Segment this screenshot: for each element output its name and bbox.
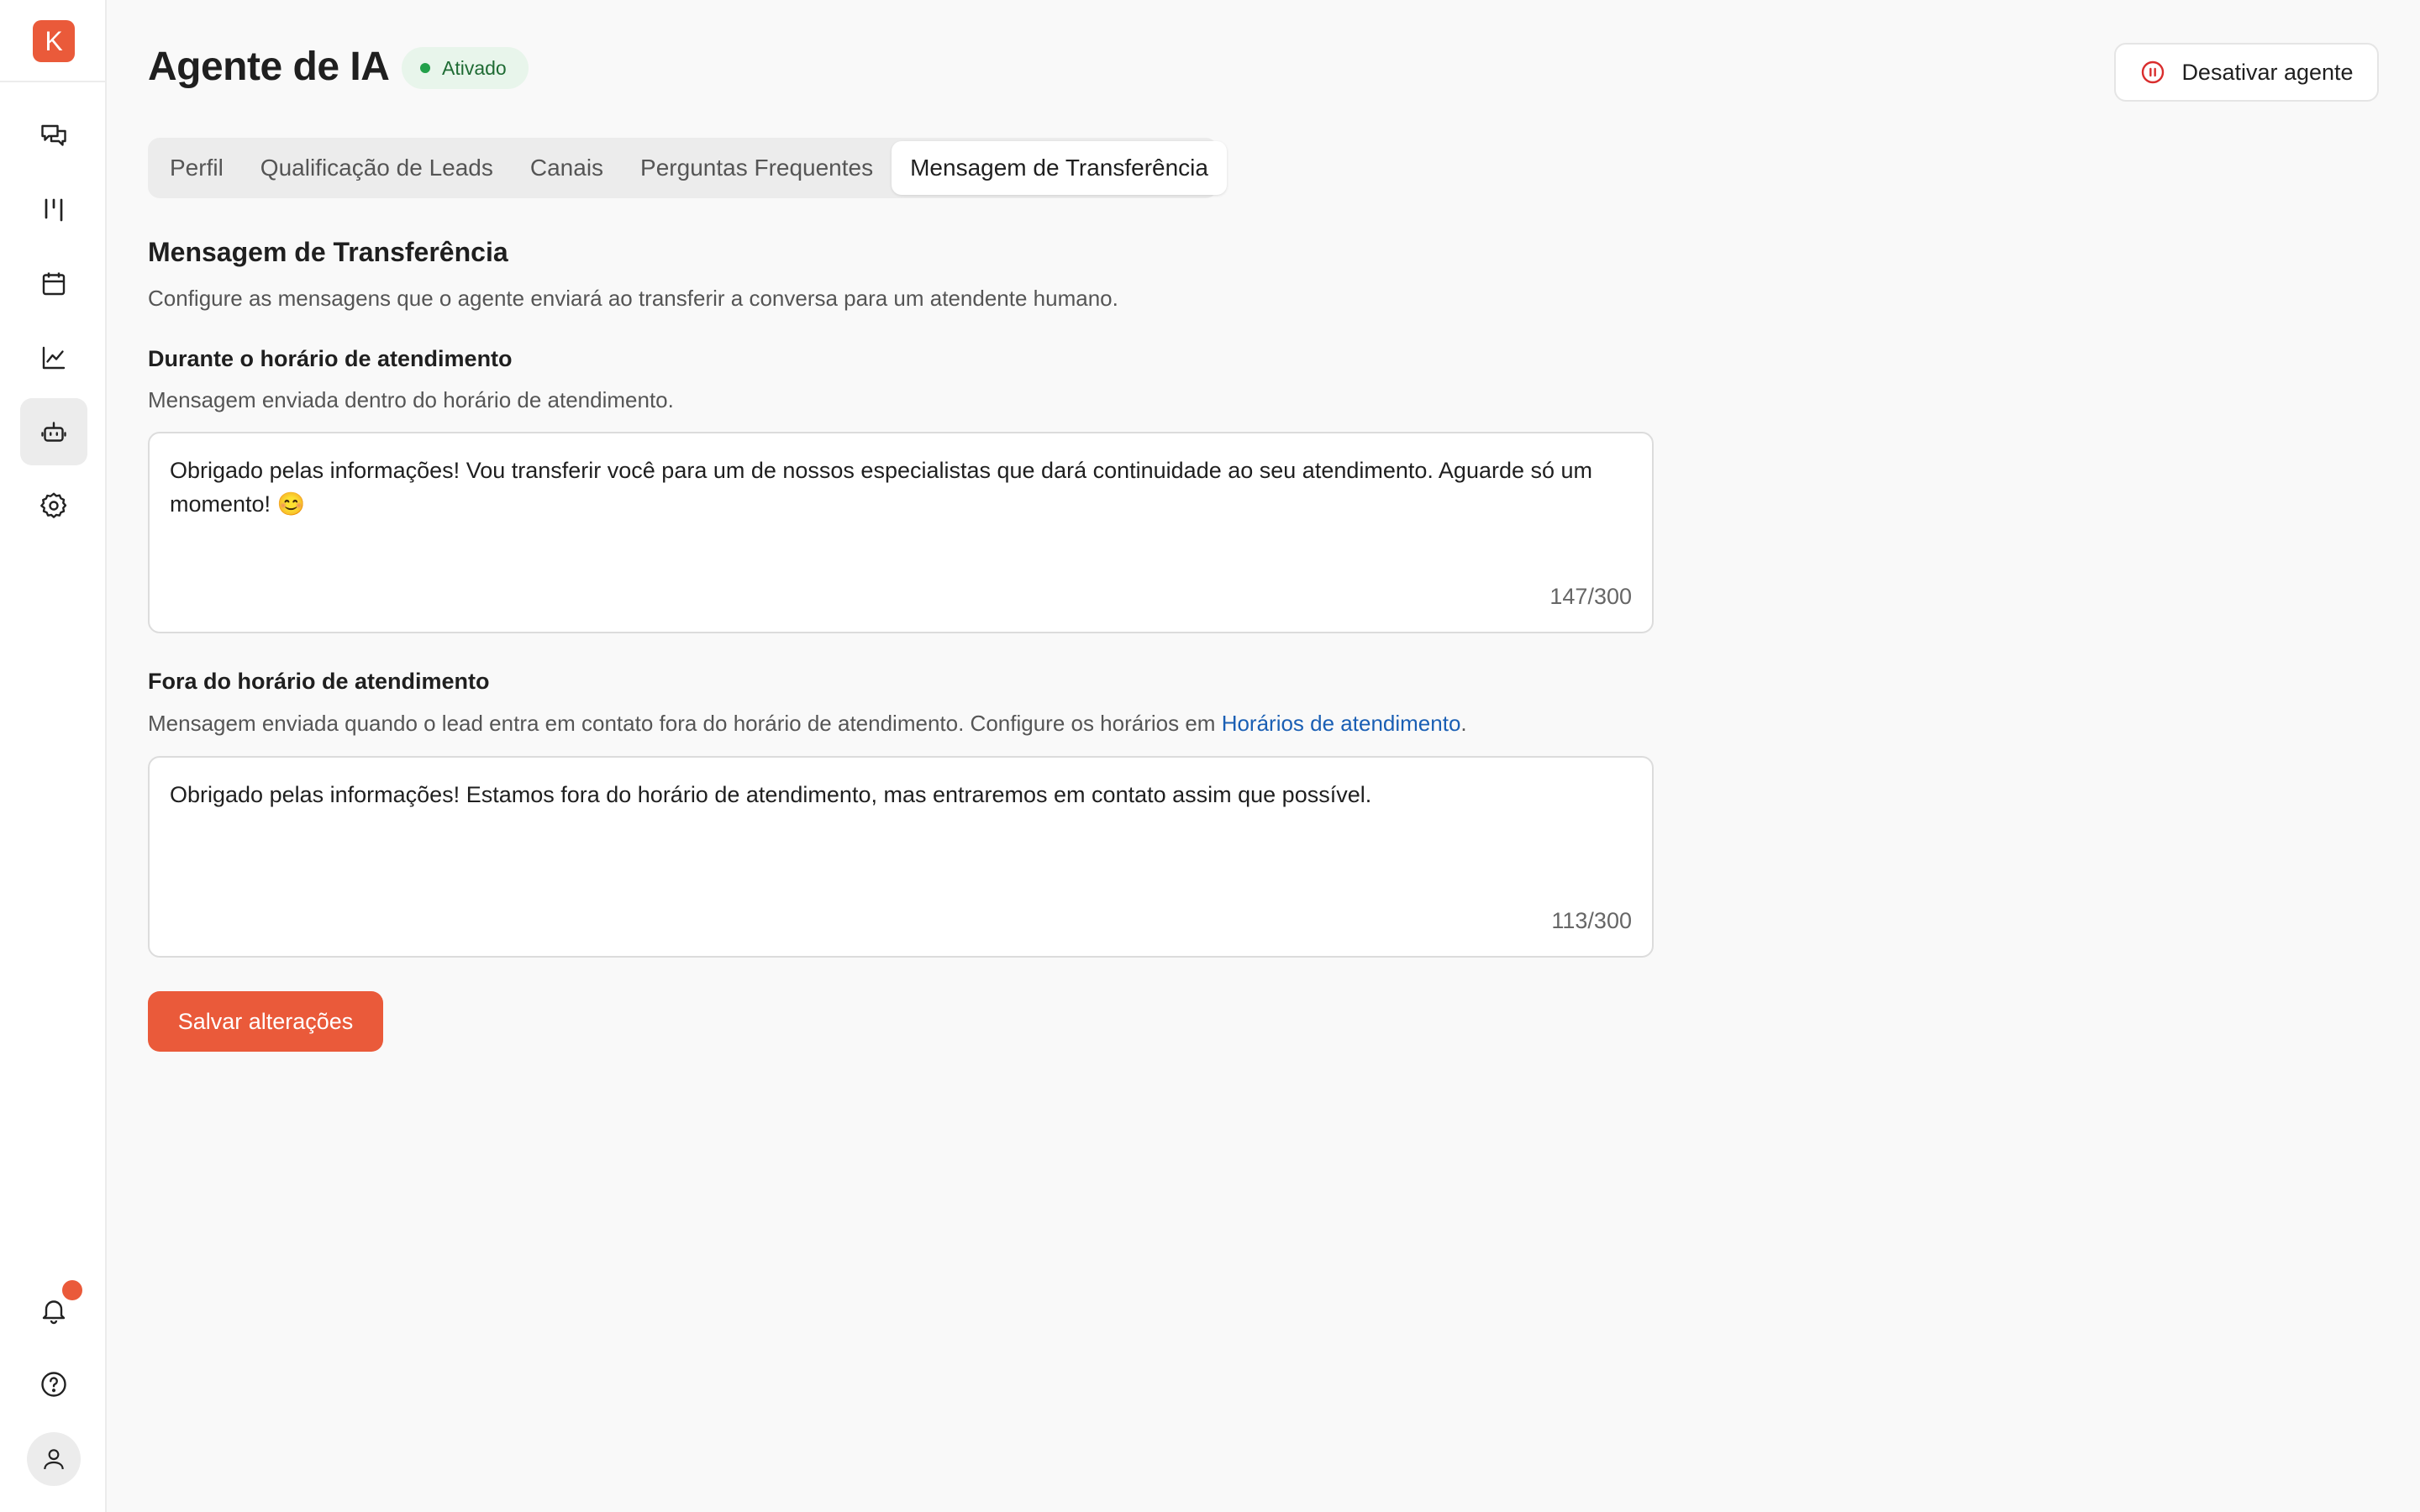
sidebar-item-ai-agent[interactable] xyxy=(20,398,87,465)
user-avatar[interactable] xyxy=(27,1432,81,1486)
tab-qualificacao-de-leads[interactable]: Qualificação de Leads xyxy=(242,141,512,195)
during-hours-help: Mensagem enviada dentro do horário de at… xyxy=(148,387,674,412)
outside-hours-help-text: Mensagem enviada quando o lead entra em … xyxy=(148,711,1222,736)
during-hours-label: Durante o horário de atendimento xyxy=(148,346,513,371)
tab-perfil[interactable]: Perfil xyxy=(151,141,242,195)
sidebar-item-notifications[interactable] xyxy=(20,1277,87,1344)
tab-mensagem-de-transferencia[interactable]: Mensagem de Transferência xyxy=(892,141,1227,195)
status-label: Ativado xyxy=(442,56,507,79)
sidebar-item-help[interactable] xyxy=(20,1351,87,1418)
sidebar-item-pipeline[interactable] xyxy=(20,176,87,244)
calendar-icon xyxy=(42,272,66,296)
business-hours-link[interactable]: Horários de atendimento xyxy=(1222,711,1461,736)
sidebar-item-calendar[interactable] xyxy=(20,250,87,318)
kanban-icon xyxy=(45,198,63,222)
sidebar-item-conversations[interactable] xyxy=(20,102,87,170)
bot-icon xyxy=(41,422,66,442)
tab-bar: Perfil Qualificação de Leads Canais Perg… xyxy=(148,138,1227,198)
page-title: Agente de IA xyxy=(148,45,390,89)
during-hours-textarea[interactable]: Obrigado pelas informações! Vou transfer… xyxy=(170,454,1635,580)
status-badge: Ativado xyxy=(402,47,529,89)
sidebar-item-settings[interactable] xyxy=(20,472,87,539)
deactivate-agent-button[interactable]: Desativar agente xyxy=(2114,43,2379,102)
deactivate-agent-label: Desativar agente xyxy=(2181,59,2354,85)
outside-hours-char-count: 113/300 xyxy=(1551,908,1632,933)
app-logo[interactable]: K xyxy=(33,20,75,62)
pause-circle-icon xyxy=(2142,60,2165,84)
status-dot xyxy=(420,63,430,73)
bell-icon xyxy=(42,1300,66,1325)
user-icon xyxy=(44,1449,64,1470)
sidebar-divider xyxy=(0,81,105,82)
outside-hours-help-suffix: . xyxy=(1460,711,1467,736)
sidebar-item-reports[interactable] xyxy=(20,324,87,391)
gear-icon xyxy=(40,492,67,518)
sidebar: K xyxy=(0,0,107,1512)
during-hours-field: Obrigado pelas informações! Vou transfer… xyxy=(148,432,1654,633)
notification-badge xyxy=(62,1280,82,1300)
outside-hours-field: Obrigado pelas informações! Estamos fora… xyxy=(148,756,1654,958)
save-changes-button[interactable]: Salvar alterações xyxy=(148,991,383,1052)
outside-hours-textarea[interactable]: Obrigado pelas informações! Estamos fora… xyxy=(170,778,1635,904)
tab-canais[interactable]: Canais xyxy=(512,141,622,195)
during-hours-char-count: 147/300 xyxy=(1549,584,1632,609)
section-title: Mensagem de Transferência xyxy=(148,237,508,267)
section-description: Configure as mensagens que o agente envi… xyxy=(148,286,1118,311)
tab-perguntas-frequentes[interactable]: Perguntas Frequentes xyxy=(622,141,892,195)
outside-hours-label: Fora do horário de atendimento xyxy=(148,669,490,694)
chat-icon xyxy=(41,124,66,146)
help-icon xyxy=(41,1372,66,1397)
outside-hours-help: Mensagem enviada quando o lead entra em … xyxy=(148,711,1467,737)
chart-icon xyxy=(42,346,66,370)
